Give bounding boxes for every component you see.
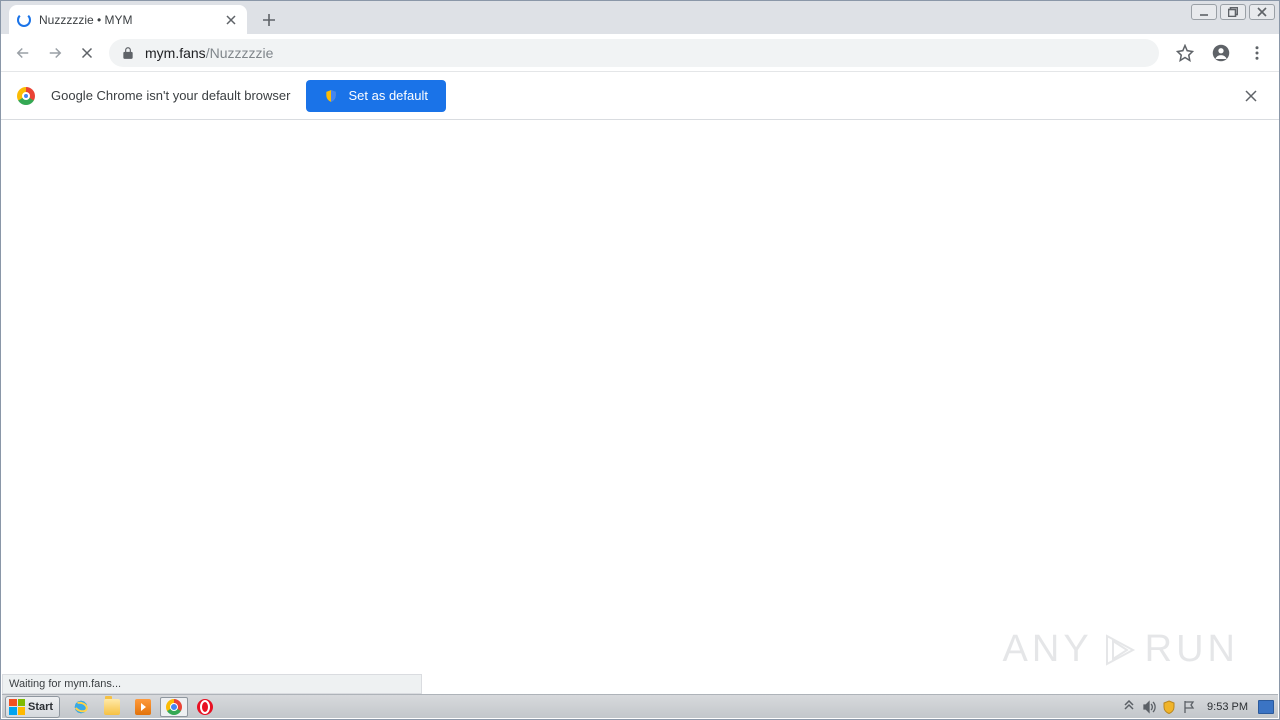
tray-flag-button[interactable] — [1181, 699, 1197, 715]
windows-logo-icon — [9, 699, 25, 715]
watermark-text-left: ANY — [1003, 628, 1093, 671]
page-content: ANY RUN — [1, 120, 1279, 719]
taskbar-mediaplayer-button[interactable] — [129, 697, 157, 717]
set-default-label: Set as default — [348, 88, 428, 103]
start-label: Start — [28, 701, 53, 713]
default-browser-infobar: Google Chrome isn't your default browser… — [1, 72, 1279, 120]
toolbar: mym.fans/Nuzzzzzie — [1, 34, 1279, 72]
monitor-icon — [1258, 700, 1274, 714]
new-tab-button[interactable] — [255, 6, 283, 34]
back-button[interactable] — [9, 39, 37, 67]
chrome-icon — [166, 699, 182, 715]
taskbar-explorer-button[interactable] — [98, 697, 126, 717]
browser-tab[interactable]: Nuzzzzzie • MYM — [9, 5, 247, 34]
taskbar-ie-button[interactable] — [67, 697, 95, 717]
taskbar-opera-button[interactable] — [191, 697, 219, 717]
tab-strip: Nuzzzzzie • MYM — [1, 1, 1279, 34]
watermark: ANY RUN — [1003, 628, 1239, 671]
tray-volume-button[interactable] — [1141, 699, 1157, 715]
ie-icon — [73, 699, 89, 715]
tray-clock[interactable]: 9:53 PM — [1201, 701, 1254, 713]
media-player-icon — [135, 699, 151, 715]
maximize-button[interactable] — [1220, 4, 1246, 20]
minimize-button[interactable] — [1191, 4, 1217, 20]
system-tray: 9:53 PM — [1117, 699, 1278, 715]
url-path: /Nuzzzzzie — [206, 45, 274, 61]
address-bar[interactable]: mym.fans/Nuzzzzzie — [109, 39, 1159, 67]
tab-close-button[interactable] — [223, 12, 239, 28]
close-window-button[interactable] — [1249, 4, 1275, 20]
loading-spinner-icon — [17, 13, 31, 27]
window-frame: Nuzzzzzie • MYM mym.fans/Nuzzzzzie — [0, 0, 1280, 720]
forward-button[interactable] — [41, 39, 69, 67]
play-triangle-icon — [1101, 632, 1137, 668]
infobar-close-button[interactable] — [1239, 84, 1263, 108]
menu-button[interactable] — [1243, 39, 1271, 67]
profile-button[interactable] — [1207, 39, 1235, 67]
set-default-button[interactable]: Set as default — [306, 80, 446, 112]
show-desktop-button[interactable] — [1258, 699, 1274, 715]
status-bar: Waiting for mym.fans... — [2, 674, 422, 694]
tray-expand-button[interactable] — [1121, 699, 1137, 715]
tray-shield-button[interactable] — [1161, 699, 1177, 715]
bookmark-button[interactable] — [1171, 39, 1199, 67]
tab-title: Nuzzzzzie • MYM — [39, 13, 223, 27]
status-text: Waiting for mym.fans... — [9, 678, 121, 690]
folder-icon — [104, 699, 120, 715]
opera-icon — [197, 699, 213, 715]
taskbar-chrome-button[interactable] — [160, 697, 188, 717]
infobar-message: Google Chrome isn't your default browser — [51, 88, 290, 103]
url-host: mym.fans — [145, 45, 206, 61]
stop-button[interactable] — [73, 39, 101, 67]
chrome-logo-icon — [17, 87, 35, 105]
window-controls — [1191, 4, 1275, 20]
shield-icon — [324, 89, 338, 103]
lock-icon — [121, 46, 135, 60]
start-button[interactable]: Start — [5, 696, 60, 718]
taskbar: Start 9:53 PM — [2, 694, 1278, 718]
watermark-text-right: RUN — [1145, 628, 1239, 671]
